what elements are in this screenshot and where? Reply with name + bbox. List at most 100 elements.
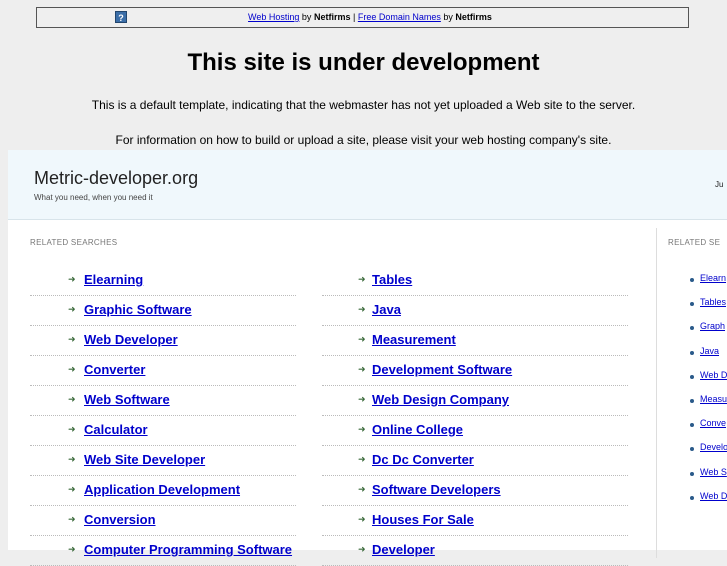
arrow-right-icon: ➜ [68,394,76,404]
arrow-right-icon: ➜ [68,304,76,314]
arrow-right-icon: ➜ [358,424,366,434]
web-hosting-link[interactable]: Web Hosting [248,12,299,22]
arrow-right-icon: ➜ [358,334,366,344]
banner-by-text: by [443,12,453,22]
sidebar-link[interactable]: Graph [700,321,725,331]
list-item: Elearn [684,272,727,296]
related-link[interactable]: Graphic Software [84,302,192,317]
bullet-icon [690,326,694,331]
related-link[interactable]: Converter [84,362,145,377]
related-link[interactable]: Elearning [84,272,143,287]
related-link[interactable]: Calculator [84,422,148,437]
sidebar-link[interactable]: Develo [700,442,727,452]
list-item: ➜ Software Developers [322,476,628,506]
arrow-right-icon: ➜ [68,514,76,524]
banner-brand: Netfirms [455,12,492,22]
list-item: ➜ Calculator [30,416,296,446]
arrow-right-icon: ➜ [358,454,366,464]
arrow-right-icon: ➜ [68,274,76,284]
related-link[interactable]: Measurement [372,332,456,347]
sidebar-related-links: Elearn Tables Graph Java Web D Measu Con… [684,272,727,514]
list-item: Java [684,345,727,369]
bullet-icon [690,398,694,403]
panel-header: Metric-developer.org What you need, when… [8,150,727,220]
arrow-right-icon: ➜ [68,484,76,494]
sidebar-link[interactable]: Java [700,346,719,356]
bullet-icon [690,495,694,500]
related-link[interactable]: Web Software [84,392,170,407]
list-item: Tables [684,296,727,320]
list-item: ➜ Houses For Sale [322,506,628,536]
sidebar-link[interactable]: Tables [700,297,726,307]
list-item: ➜ Conversion [30,506,296,536]
list-item: Graph [684,320,727,344]
arrow-right-icon: ➜ [358,544,366,554]
related-link[interactable]: Web Site Developer [84,452,205,467]
banner-separator: | [352,12,356,22]
date-text: Ju [715,180,724,189]
sidebar-link[interactable]: Measu [700,394,727,404]
related-link[interactable]: Application Development [84,482,240,497]
list-item: ➜ Web Site Developer [30,446,296,476]
related-link[interactable]: Software Developers [372,482,501,497]
arrow-right-icon: ➜ [68,544,76,554]
site-tagline: What you need, when you need it [34,193,153,202]
related-link[interactable]: Development Software [372,362,512,377]
list-item: Develo [684,441,727,465]
related-links-left: ➜ Elearning ➜ Graphic Software ➜ Web Develo… [30,266,300,566]
list-item: ➜ Application Development [30,476,296,506]
bullet-icon [690,350,694,355]
free-domain-names-link[interactable]: Free Domain Names [358,12,441,22]
arrow-right-icon: ➜ [68,424,76,434]
bullet-icon [690,374,694,379]
list-item: Web D [684,490,727,514]
arrow-right-icon: ➜ [358,514,366,524]
related-link[interactable]: Web Developer [84,332,178,347]
list-item: ➜ Graphic Software [30,296,296,326]
list-item: ➜ Web Design Company [322,386,628,416]
page-title: This site is under development [187,49,540,76]
arrow-right-icon: ➜ [358,274,366,284]
sidebar-link[interactable]: Web D [700,491,727,501]
arrow-right-icon: ➜ [358,364,366,374]
hosting-info-notice: For information on how to build or uploa… [115,133,612,147]
sidebar-link[interactable]: Web S [700,467,727,477]
hosting-banner: ? Web Hosting by Netfirms | Free Domain … [36,7,689,28]
related-link[interactable]: Developer [372,542,435,557]
bullet-icon [690,447,694,452]
banner-links: Web Hosting by Netfirms | Free Domain Na… [37,12,688,23]
list-item: ➜ Dc Dc Converter [322,446,628,476]
related-links-right: ➜ Tables ➜ Java ➜ Measurement ➜ Development … [322,266,628,566]
default-template-notice: This is a default template, indicating t… [91,98,636,112]
bullet-icon [690,278,694,282]
bullet-icon [690,302,694,307]
related-link[interactable]: Dc Dc Converter [372,452,474,467]
sidebar-link[interactable]: Conve [700,418,726,428]
list-item: Conve [684,417,727,441]
sidebar-link[interactable]: Elearn [700,273,726,283]
arrow-right-icon: ➜ [68,364,76,374]
list-item: ➜ Web Developer [30,326,296,356]
related-link[interactable]: Online College [372,422,463,437]
related-link[interactable]: Houses For Sale [372,512,474,527]
sidebar-related-searches-label: RELATED SE [668,238,721,247]
site-name: Metric-developer.org [34,168,199,188]
arrow-right-icon: ➜ [68,454,76,464]
list-item: ➜ Measurement [322,326,628,356]
related-link[interactable]: Java [372,302,401,317]
related-link[interactable]: Computer Programming Software [84,542,292,557]
related-link[interactable]: Conversion [84,512,156,527]
related-searches-label: RELATED SEARCHES [30,238,118,247]
list-item: ➜ Developer [322,536,628,566]
bullet-icon [690,423,694,428]
related-link[interactable]: Web Design Company [372,392,509,407]
list-item: ➜ Online College [322,416,628,446]
list-item: ➜ Tables [322,266,628,296]
list-item: ➜ Converter [30,356,296,386]
list-item: ➜ Computer Programming Software [30,536,296,566]
banner-brand: Netfirms [313,12,351,22]
related-link[interactable]: Tables [372,272,412,287]
arrow-right-icon: ➜ [358,484,366,494]
sidebar-link[interactable]: Web D [700,370,727,380]
arrow-right-icon: ➜ [68,334,76,344]
